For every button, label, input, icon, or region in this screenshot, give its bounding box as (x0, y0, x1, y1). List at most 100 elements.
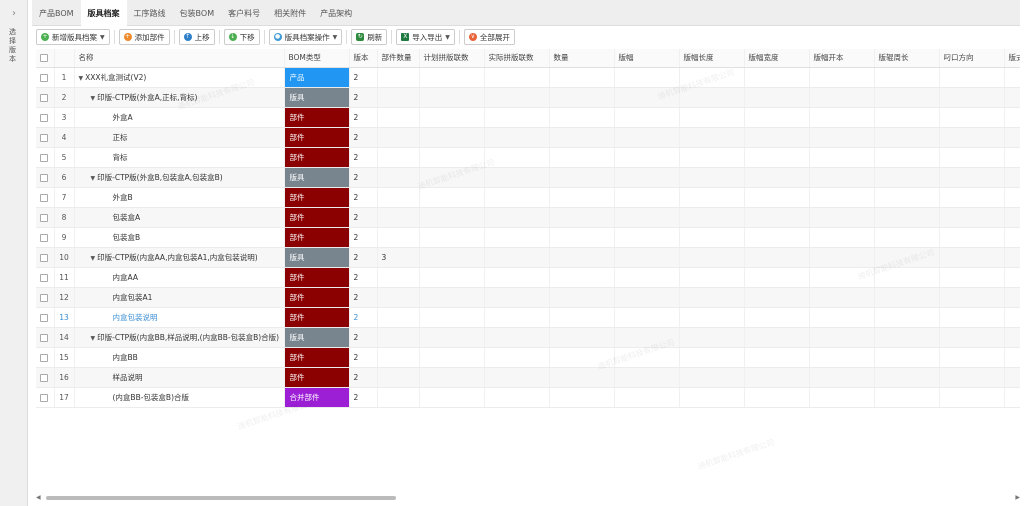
row-name[interactable]: 内盒包装A1 (74, 287, 285, 308)
row-name[interactable]: 内盒AA (74, 267, 285, 288)
chevron-right-icon[interactable]: › (8, 8, 20, 20)
row-name[interactable]: 样品说明 (74, 367, 285, 388)
import-export-button[interactable]: X 导入导出 ▼ (396, 29, 455, 45)
table-row[interactable]: 16 样品说明 部件 2 (36, 367, 1020, 388)
expand-all-button[interactable]: ∨ 全部展开 (463, 29, 515, 45)
row-name[interactable]: 外盒B (74, 187, 285, 208)
scroll-left-icon[interactable]: ◀ (36, 494, 41, 501)
row-name[interactable]: 内盒BB (74, 347, 285, 368)
table-row[interactable]: 2 ▼ 印版-CTP版(外盒A,正标,背标) 版具 2 (36, 87, 1020, 108)
empty-cell (939, 187, 1005, 208)
tab-5[interactable]: 相关附件 (267, 0, 313, 26)
row-checkbox[interactable] (36, 307, 55, 328)
row-name[interactable]: 包装盒B (74, 227, 285, 248)
horizontal-scrollbar[interactable]: ◀ ▶ (36, 494, 1020, 502)
table-row[interactable]: 13 内盒包装说明 部件 2 (36, 307, 1020, 328)
table-row[interactable]: 6 ▼ 印版-CTP版(外盒B,包装盒A,包装盒B) 版具 2 (36, 167, 1020, 188)
column-header[interactable]: 版辊周长 (874, 49, 940, 68)
column-header[interactable]: 版幅宽度 (744, 49, 810, 68)
toolbar-separator (173, 30, 175, 44)
row-checkbox[interactable] (36, 387, 55, 408)
column-header[interactable]: 计划拼版联数 (419, 49, 485, 68)
empty-cell (809, 347, 875, 368)
table-row[interactable]: 11 内盒AA 部件 2 (36, 267, 1020, 288)
row-name[interactable]: 背标 (74, 147, 285, 168)
column-header[interactable]: 版本 (349, 49, 378, 68)
column-header[interactable]: 叼口方向 (939, 49, 1005, 68)
plus-icon: + (41, 33, 49, 41)
new-archive-button[interactable]: + 新增版具档案 ▼ (36, 29, 110, 45)
row-checkbox[interactable] (36, 207, 55, 228)
empty-cell (809, 247, 875, 268)
row-checkbox[interactable] (36, 187, 55, 208)
row-checkbox[interactable] (36, 147, 55, 168)
scroll-right-icon[interactable]: ▶ (1015, 494, 1020, 501)
select-all-checkbox[interactable] (36, 49, 55, 68)
column-header[interactable]: 实际拼版联数 (484, 49, 550, 68)
archive-ops-button[interactable]: ● 版具档案操作 ▼ (268, 29, 343, 45)
row-name[interactable]: ▼ 印版-CTP版(内盒BB,样品说明,(内盒BB-包装盒B)合版) (74, 327, 285, 348)
column-header[interactable]: 名称 (74, 49, 285, 68)
table-row[interactable]: 8 包装盒A 部件 2 (36, 207, 1020, 228)
column-header[interactable]: BOM类型 (284, 49, 350, 68)
row-checkbox[interactable] (36, 127, 55, 148)
row-name[interactable]: 正标 (74, 127, 285, 148)
column-header[interactable]: 版式 (1004, 49, 1020, 68)
tab-1[interactable]: 版具档案 (80, 0, 127, 26)
column-header[interactable]: 数量 (549, 49, 615, 68)
row-checkbox[interactable] (36, 327, 55, 348)
table-row[interactable]: 9 包装盒B 部件 2 (36, 227, 1020, 248)
tree-expand-icon[interactable]: ▼ (79, 75, 84, 82)
row-name[interactable]: ▼ 印版-CTP版(外盒B,包装盒A,包装盒B) (74, 167, 285, 188)
tab-4[interactable]: 客户料号 (221, 0, 267, 26)
refresh-button[interactable]: ↻ 刷新 (351, 29, 388, 45)
row-name[interactable]: 外盒A (74, 107, 285, 128)
row-name[interactable]: ▼ XXX礼盒测试(V2) (74, 67, 285, 88)
column-header[interactable]: 版幅 (614, 49, 680, 68)
table-row[interactable]: 10 ▼ 印版-CTP版(内盒AA,内盒包装A1,内盒包装说明) 版具 2 3 (36, 247, 1020, 268)
row-name[interactable]: ▼ 印版-CTP版(内盒AA,内盒包装A1,内盒包装说明) (74, 247, 285, 268)
table-row[interactable]: 3 外盒A 部件 2 (36, 107, 1020, 128)
row-name[interactable]: (内盒BB-包装盒B)合版 (74, 387, 285, 408)
table-row[interactable]: 1 ▼ XXX礼盒测试(V2) 产品 2 (36, 67, 1020, 88)
tab-0[interactable]: 产品BOM (32, 0, 81, 26)
table-row[interactable]: 7 外盒B 部件 2 (36, 187, 1020, 208)
version-cell: 2 (349, 247, 378, 268)
tab-3[interactable]: 包装BOM (173, 0, 222, 26)
row-checkbox[interactable] (36, 227, 55, 248)
tab-2[interactable]: 工序路线 (127, 0, 173, 26)
table-row[interactable]: 15 内盒BB 部件 2 (36, 347, 1020, 368)
rail-label[interactable]: 选择版本 (9, 28, 19, 64)
row-name[interactable]: 内盒包装说明 (74, 307, 285, 328)
table-row[interactable]: 4 正标 部件 2 (36, 127, 1020, 148)
column-header[interactable]: 版幅开本 (809, 49, 875, 68)
tree-expand-icon[interactable]: ▼ (91, 335, 96, 342)
scrollbar-thumb[interactable] (46, 496, 396, 500)
row-checkbox[interactable] (36, 87, 55, 108)
row-checkbox[interactable] (36, 287, 55, 308)
tree-expand-icon[interactable]: ▼ (91, 175, 96, 182)
row-checkbox[interactable] (36, 107, 55, 128)
tree-expand-icon[interactable]: ▼ (91, 255, 96, 262)
row-checkbox[interactable] (36, 247, 55, 268)
row-name-text: 印版-CTP版(内盒BB,样品说明,(内盒BB-包装盒B)合版) (97, 332, 280, 342)
table-row[interactable]: 14 ▼ 印版-CTP版(内盒BB,样品说明,(内盒BB-包装盒B)合版) 版具 2 (36, 327, 1020, 348)
table-row[interactable]: 17 (内盒BB-包装盒B)合版 合并部件 2 (36, 387, 1020, 408)
move-up-button[interactable]: ↑ 上移 (178, 29, 215, 45)
row-name[interactable]: ▼ 印版-CTP版(外盒A,正标,背标) (74, 87, 285, 108)
empty-cell (809, 187, 875, 208)
column-header[interactable]: 版幅长度 (679, 49, 745, 68)
tree-expand-icon[interactable]: ▼ (91, 95, 96, 102)
add-part-button[interactable]: + 添加部件 (118, 29, 170, 45)
row-checkbox[interactable] (36, 67, 55, 88)
table-row[interactable]: 5 背标 部件 2 (36, 147, 1020, 168)
column-header[interactable]: 部件数量 (377, 49, 420, 68)
table-row[interactable]: 12 内盒包装A1 部件 2 (36, 287, 1020, 308)
row-checkbox[interactable] (36, 267, 55, 288)
row-checkbox[interactable] (36, 347, 55, 368)
row-name[interactable]: 包装盒A (74, 207, 285, 228)
row-checkbox[interactable] (36, 367, 55, 388)
tab-6[interactable]: 产品架构 (313, 0, 359, 26)
row-checkbox[interactable] (36, 167, 55, 188)
move-down-button[interactable]: ↓ 下移 (223, 29, 260, 45)
